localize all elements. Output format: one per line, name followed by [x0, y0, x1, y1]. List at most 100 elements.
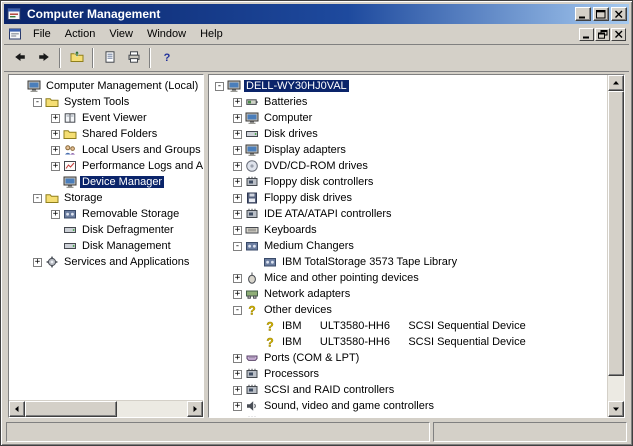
tree-item[interactable]: +Network adapters: [212, 286, 607, 302]
tree-item[interactable]: ?IBM ULT3580-HH6 SCSI Sequential Device: [212, 318, 607, 334]
expand-toggle[interactable]: +: [230, 402, 245, 411]
expand-plus-icon[interactable]: +: [233, 386, 242, 395]
expand-plus-icon[interactable]: +: [51, 210, 60, 219]
expand-toggle[interactable]: +: [230, 146, 245, 155]
expand-toggle[interactable]: +: [48, 114, 63, 123]
tree-item[interactable]: +Floppy disk controllers: [212, 174, 607, 190]
expand-toggle[interactable]: +: [230, 370, 245, 379]
expand-toggle[interactable]: +: [48, 130, 63, 139]
tree-item[interactable]: -System Tools: [12, 94, 203, 110]
expand-toggle[interactable]: +: [30, 258, 45, 267]
expand-plus-icon[interactable]: +: [51, 130, 60, 139]
expand-plus-icon[interactable]: +: [233, 178, 242, 187]
expand-toggle[interactable]: +: [230, 226, 245, 235]
tree-item[interactable]: ?IBM ULT3580-HH6 SCSI Sequential Device: [212, 334, 607, 350]
scroll-down-button[interactable]: [608, 401, 624, 417]
expand-plus-icon[interactable]: +: [233, 146, 242, 155]
expand-toggle[interactable]: +: [230, 162, 245, 171]
child-close-button[interactable]: [611, 28, 626, 41]
expand-plus-icon[interactable]: +: [233, 98, 242, 107]
expand-plus-icon[interactable]: +: [51, 114, 60, 123]
expand-toggle[interactable]: +: [230, 98, 245, 107]
menu-view[interactable]: View: [102, 26, 140, 42]
expand-toggle[interactable]: +: [230, 114, 245, 123]
collapse-minus-icon[interactable]: -: [215, 82, 224, 91]
tree-item[interactable]: +Event Viewer: [12, 110, 203, 126]
tree-item[interactable]: +Sound, video and game controllers: [212, 398, 607, 414]
minimize-button[interactable]: [575, 7, 591, 21]
expand-plus-icon[interactable]: +: [233, 354, 242, 363]
device-tree-vertical-scrollbar[interactable]: [607, 75, 624, 417]
expand-plus-icon[interactable]: +: [233, 114, 242, 123]
tree-item[interactable]: -DELL-WY30HJ0VAL: [212, 78, 607, 94]
expand-toggle[interactable]: +: [230, 130, 245, 139]
console-tree-horizontal-scrollbar[interactable]: [9, 400, 203, 417]
expand-plus-icon[interactable]: +: [233, 194, 242, 203]
expand-plus-icon[interactable]: +: [233, 162, 242, 171]
expand-toggle[interactable]: +: [48, 210, 63, 219]
expand-toggle[interactable]: -: [230, 306, 245, 315]
tree-item[interactable]: +Processors: [212, 366, 607, 382]
menu-file[interactable]: File: [26, 26, 58, 42]
scroll-left-button[interactable]: [9, 401, 25, 417]
tree-item[interactable]: -Storage: [12, 190, 203, 206]
close-button[interactable]: [611, 7, 627, 21]
tree-item[interactable]: Computer Management (Local): [12, 78, 203, 94]
tree-item[interactable]: +Keyboards: [212, 222, 607, 238]
scroll-thumb[interactable]: [608, 91, 624, 376]
tree-item[interactable]: Disk Management: [12, 238, 203, 254]
expand-toggle[interactable]: +: [230, 386, 245, 395]
tree-item[interactable]: +Local Users and Groups: [12, 142, 203, 158]
expand-plus-icon[interactable]: +: [233, 210, 242, 219]
collapse-minus-icon[interactable]: -: [33, 98, 42, 107]
expand-plus-icon[interactable]: +: [51, 162, 60, 171]
child-minimize-button[interactable]: [579, 28, 594, 41]
tree-item[interactable]: -?Other devices: [212, 302, 607, 318]
expand-plus-icon[interactable]: +: [233, 274, 242, 283]
tree-item[interactable]: +Disk drives: [212, 126, 607, 142]
expand-toggle[interactable]: +: [230, 290, 245, 299]
tree-item[interactable]: -Medium Changers: [212, 238, 607, 254]
child-restore-button[interactable]: [595, 28, 610, 41]
expand-plus-icon[interactable]: +: [233, 226, 242, 235]
scroll-track[interactable]: [608, 91, 624, 401]
tree-item[interactable]: +Performance Logs and Alert:: [12, 158, 203, 174]
tree-item[interactable]: IBM TotalStorage 3573 Tape Library: [212, 254, 607, 270]
tree-item[interactable]: +Floppy disk drives: [212, 190, 607, 206]
console-document-icon[interactable]: [8, 27, 24, 41]
scroll-right-button[interactable]: [187, 401, 203, 417]
scroll-up-button[interactable]: [608, 75, 624, 91]
expand-toggle[interactable]: +: [230, 178, 245, 187]
expand-toggle[interactable]: +: [230, 274, 245, 283]
expand-toggle[interactable]: +: [48, 162, 63, 171]
properties-button[interactable]: [98, 47, 121, 69]
collapse-minus-icon[interactable]: -: [33, 194, 42, 203]
title-bar[interactable]: Computer Management: [4, 4, 629, 24]
print-button[interactable]: [122, 47, 145, 69]
expand-toggle[interactable]: +: [48, 146, 63, 155]
up-one-level-button[interactable]: [65, 47, 88, 69]
expand-toggle[interactable]: +: [230, 210, 245, 219]
expand-plus-icon[interactable]: +: [51, 146, 60, 155]
tree-item[interactable]: +IDE ATA/ATAPI controllers: [212, 206, 607, 222]
tree-item[interactable]: +Computer: [212, 110, 607, 126]
expand-toggle[interactable]: -: [230, 242, 245, 251]
tree-item[interactable]: +Mice and other pointing devices: [212, 270, 607, 286]
expand-toggle[interactable]: -: [30, 98, 45, 107]
expand-plus-icon[interactable]: +: [33, 258, 42, 267]
expand-toggle[interactable]: -: [212, 82, 227, 91]
expand-toggle[interactable]: -: [30, 194, 45, 203]
expand-plus-icon[interactable]: +: [233, 370, 242, 379]
collapse-minus-icon[interactable]: -: [233, 306, 242, 315]
expand-plus-icon[interactable]: +: [233, 130, 242, 139]
tree-item[interactable]: +System devices: [212, 414, 607, 417]
collapse-minus-icon[interactable]: -: [233, 242, 242, 251]
expand-plus-icon[interactable]: +: [233, 290, 242, 299]
tree-item[interactable]: +Batteries: [212, 94, 607, 110]
tree-item[interactable]: +DVD/CD-ROM drives: [212, 158, 607, 174]
forward-button[interactable]: [32, 47, 55, 69]
help-button[interactable]: ?: [155, 47, 178, 69]
expand-toggle[interactable]: +: [230, 194, 245, 203]
tree-item[interactable]: +SCSI and RAID controllers: [212, 382, 607, 398]
tree-item[interactable]: Disk Defragmenter: [12, 222, 203, 238]
